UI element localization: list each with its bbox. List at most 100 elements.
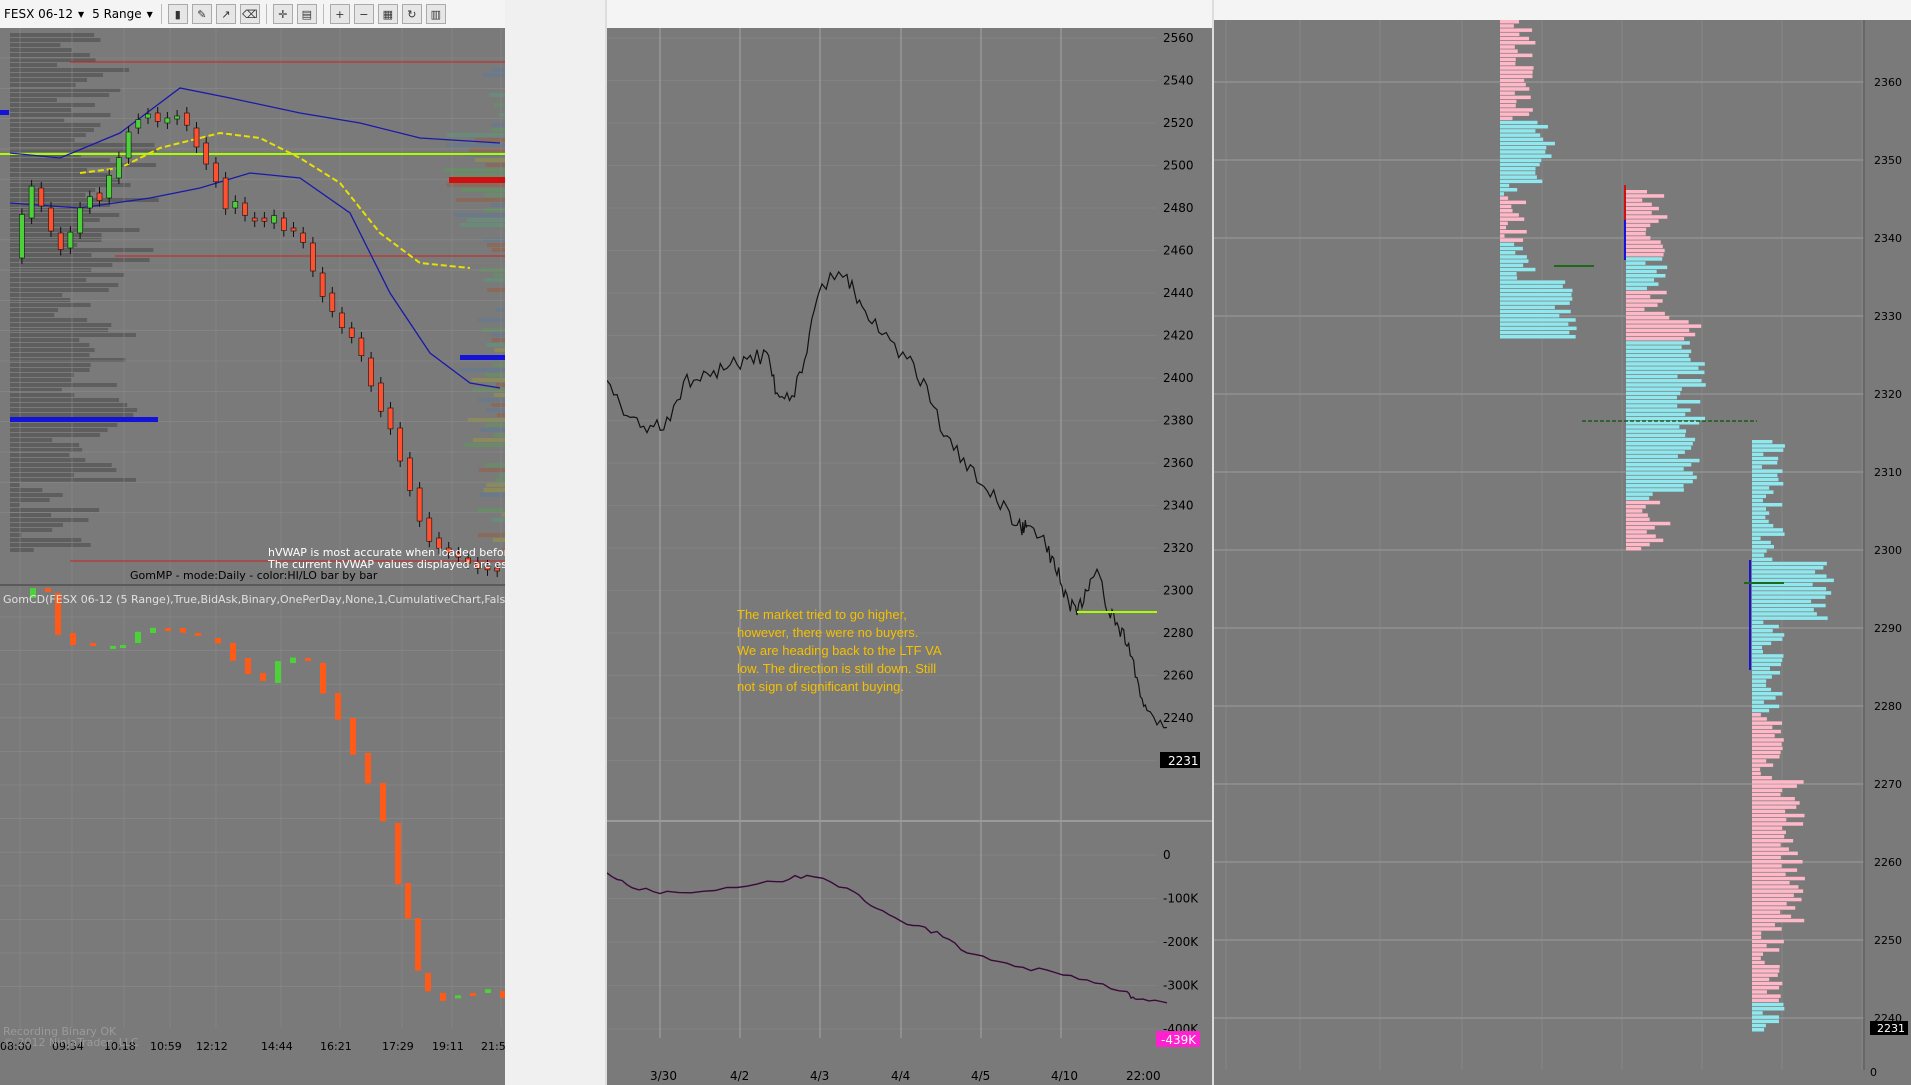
tpo-row: [1626, 446, 1692, 450]
indicator-label: GomCD(FESX 06-12 (5 Range),True,BidAsk,B…: [3, 593, 505, 606]
corner-label: 0: [1870, 1066, 1877, 1079]
tpo-row: [1752, 624, 1779, 629]
tpo-row: [1626, 374, 1678, 379]
volume-profile-bar: [10, 528, 53, 532]
price-tick-label: 2330: [1874, 310, 1902, 323]
tpo-row: [1752, 679, 1767, 683]
tpo-row: [1752, 902, 1787, 906]
crosshair-icon[interactable]: ✛: [272, 4, 293, 24]
volume-profile-bar: [10, 448, 83, 452]
volume-profile-bar: [456, 198, 505, 202]
cd-down-bar: [45, 588, 51, 592]
bar-style-icon[interactable]: ▮: [167, 4, 188, 24]
up-candle: [87, 196, 93, 209]
tpo-row: [1752, 767, 1761, 772]
tpo-row: [1500, 272, 1517, 276]
tpo-row: [1626, 353, 1689, 358]
zoom-in-icon[interactable]: +: [329, 4, 350, 24]
hide-icon[interactable]: ▥: [425, 4, 446, 24]
tpo-row: [1752, 998, 1779, 1003]
properties-icon[interactable]: ▤: [296, 4, 317, 24]
toolbar-divider: [265, 4, 267, 24]
tpo-row: [1752, 574, 1827, 578]
volume-profile-bar: [498, 113, 505, 117]
refresh-icon[interactable]: ↻: [401, 4, 422, 24]
data-box-icon[interactable]: ▦: [377, 4, 398, 24]
volume-profile-bar: [10, 533, 22, 537]
volume-profile-bar: [10, 503, 20, 507]
down-candle: [48, 207, 54, 232]
tpo-row: [1752, 473, 1778, 478]
volume-profile-bar: [10, 248, 154, 252]
tpo-row: [1752, 549, 1767, 553]
price-tick-label: 2280: [1163, 626, 1194, 640]
middle-price-chart[interactable]: 2560 2540 2520 2500 2480 2460 2440 2420 2400 2380…: [607, 28, 1212, 1085]
cd-down-bar: [260, 673, 266, 681]
up-candle: [19, 214, 25, 259]
tpo-row: [1752, 486, 1770, 490]
tpo-row: [1752, 633, 1785, 637]
left-chart-window: FESX 06-12 ▼ 5 Range ▼ ▮ ✎ ↗ ⌫ ✛ ▤ + − ▦ ↻…: [0, 0, 505, 1085]
tpo-row: [1752, 927, 1782, 931]
volume-profile-bar: [483, 488, 505, 492]
volume-profile-bar: [492, 273, 505, 277]
volume-profile-bar: [471, 378, 505, 382]
zoom-out-icon[interactable]: −: [353, 4, 374, 24]
volume-profile-bar: [483, 278, 505, 282]
volume-profile-bar: [443, 168, 505, 172]
up-candle: [135, 119, 142, 129]
price-tick-label: 2350: [1874, 154, 1902, 167]
tpo-row: [1626, 370, 1705, 375]
tpo-row: [1752, 734, 1775, 738]
tpo-row: [1626, 215, 1668, 219]
tpo-row: [1626, 261, 1646, 265]
draw-tool-icon[interactable]: ↗: [215, 4, 236, 24]
tpo-row: [1752, 788, 1783, 793]
volume-profile-bar: [498, 473, 505, 477]
pencil-icon[interactable]: ✎: [191, 4, 212, 24]
tpo-row: [1500, 74, 1533, 79]
tpo-row: [1752, 713, 1761, 717]
eraser-icon[interactable]: ⌫: [239, 4, 260, 24]
volume-profile-bar: [10, 188, 96, 192]
volume-profile-bar: [10, 123, 101, 127]
right-chart-window: 2360 2350 2340 2330 2320 2310 2300 2290 2280 2270…: [1212, 0, 1911, 1085]
volume-profile-bar: [491, 203, 505, 207]
volume-profile-bar: [10, 93, 110, 97]
volume-profile-bar: [10, 58, 96, 62]
middle-window-header: [607, 0, 1212, 29]
volume-profile-bar: [491, 68, 505, 72]
tpo-row: [1500, 238, 1524, 242]
cd-down-bar: [470, 993, 476, 996]
tpo-row: [1626, 190, 1648, 194]
bar-type-selector[interactable]: 5 Range ▼: [88, 3, 157, 25]
tpo-row: [1752, 872, 1786, 877]
cd-up-bar: [150, 627, 156, 633]
tpo-row: [1626, 509, 1643, 513]
volume-profile-bar: [10, 73, 104, 77]
instrument-selector[interactable]: FESX 06-12 ▼: [0, 3, 88, 25]
volume-profile-bar: [10, 323, 112, 327]
cd-down-bar: [365, 753, 371, 784]
tpo-row: [1500, 154, 1552, 158]
cd-down-bar: [380, 783, 386, 822]
volume-profile-bar: [486, 483, 505, 487]
down-candle: [96, 192, 103, 201]
down-candle: [290, 227, 297, 232]
cd-down-bar: [440, 993, 446, 1001]
left-price-chart[interactable]: 2310230523002295229022852280227522702265…: [0, 28, 505, 1085]
cd-down-bar: [195, 633, 201, 637]
tpo-row: [1626, 484, 1684, 488]
volume-profile-bar: [10, 513, 52, 517]
volume-profile-bar: [10, 468, 117, 472]
tpo-row: [1626, 454, 1678, 459]
market-profile-chart[interactable]: 2360 2350 2340 2330 2320 2310 2300 2290 2280 2270…: [1214, 20, 1911, 1085]
tpo-row: [1752, 847, 1789, 851]
toolbar-divider: [160, 4, 162, 24]
price-tick-label: 2380: [1163, 414, 1194, 428]
volume-profile-bar: [449, 173, 505, 177]
tpo-row: [1752, 914, 1792, 919]
tpo-row: [1626, 274, 1666, 278]
tpo-row: [1500, 141, 1555, 146]
tpo-row: [1500, 129, 1536, 133]
